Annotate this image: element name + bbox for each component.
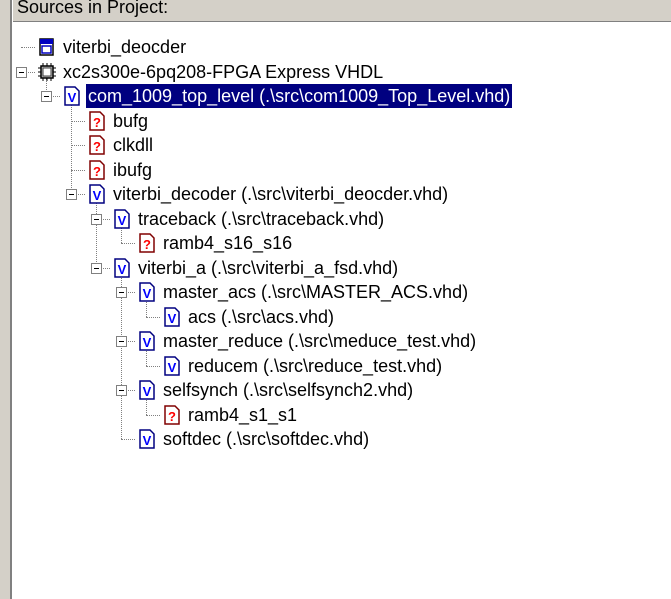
collapse-toggle[interactable] <box>116 287 127 298</box>
tree-item-label[interactable]: clkdll <box>111 133 155 157</box>
chip-icon <box>37 62 57 82</box>
tree-connector <box>71 120 85 122</box>
tree-item-label[interactable]: softdec (.\src\softdec.vhd) <box>161 427 371 451</box>
svg-text:V: V <box>168 360 177 375</box>
tree-connector <box>146 365 160 367</box>
tree-connector <box>146 316 160 318</box>
tree-item-label[interactable]: viterbi_a (.\src\viterbi_a_fsd.vhd) <box>136 256 400 280</box>
collapse-toggle[interactable] <box>116 385 127 396</box>
tree-item-label[interactable]: ramb4_s16_s16 <box>161 231 294 255</box>
tree-connector <box>71 169 85 171</box>
svg-text:?: ? <box>93 164 101 179</box>
missing-file-icon: ? <box>137 233 157 253</box>
collapse-toggle[interactable] <box>16 66 27 78</box>
tree-connector <box>121 243 135 244</box>
collapse-toggle[interactable] <box>91 213 102 225</box>
vhdl-file-icon: V <box>137 282 157 302</box>
vhdl-file-icon: V <box>112 208 132 229</box>
tree-item-label[interactable]: bufg <box>111 109 150 133</box>
missing-file-icon: ? <box>87 159 107 180</box>
tree-item-label[interactable]: acs (.\src\acs.vhd) <box>186 305 336 329</box>
svg-text:V: V <box>143 433 152 448</box>
panel-title: Sources in Project: <box>17 0 169 17</box>
svg-text:?: ? <box>93 139 101 154</box>
collapse-toggle[interactable] <box>66 189 77 200</box>
tree-item-label[interactable]: ramb4_s1_s1 <box>186 403 299 427</box>
panel-header: Sources in Project: <box>13 0 671 22</box>
tree-connector <box>121 273 122 439</box>
missing-file-icon: ? <box>87 110 107 131</box>
tree-item-label[interactable]: viterbi_deocder <box>61 35 188 59</box>
collapse-toggle[interactable] <box>41 91 52 102</box>
tree-item-label[interactable]: reducem (.\src\reduce_test.vhd) <box>186 354 444 378</box>
tree-item-label[interactable]: viterbi_decoder (.\src\viterbi_deocder.v… <box>111 182 450 206</box>
tree-item-label[interactable]: master_reduce (.\src\meduce_test.vhd) <box>161 329 478 353</box>
tree-connector <box>96 200 97 268</box>
svg-text:V: V <box>168 311 177 326</box>
tree-connector <box>121 439 135 440</box>
tree-item-label[interactable]: xc2s300e-6pq208-FPGA Express VHDL <box>61 60 385 84</box>
vhdl-file-icon: V <box>137 380 157 400</box>
svg-text:V: V <box>143 335 152 350</box>
vhdl-file-icon: V <box>162 306 182 327</box>
tree-item-label[interactable]: traceback (.\src\traceback.vhd) <box>136 207 386 231</box>
vhdl-file-icon: V <box>137 331 157 351</box>
svg-text:V: V <box>143 286 152 301</box>
vhdl-file-icon: V <box>162 355 182 376</box>
svg-text:V: V <box>68 90 77 105</box>
vhdl-file-icon: V <box>137 429 157 449</box>
project-icon <box>37 37 57 57</box>
collapse-toggle[interactable] <box>116 336 127 347</box>
svg-text:?: ? <box>93 115 101 130</box>
svg-text:V: V <box>143 384 152 399</box>
collapse-toggle[interactable] <box>91 262 102 274</box>
tree-item-label[interactable]: ibufg <box>111 158 154 182</box>
tree-connector <box>71 145 85 146</box>
vhdl-file-icon: V <box>87 184 107 204</box>
missing-file-icon: ? <box>162 404 182 425</box>
svg-text:V: V <box>118 213 127 228</box>
tree-item-label[interactable]: com_1009_top_level (.\src\com1009_Top_Le… <box>84 83 514 109</box>
svg-text:V: V <box>93 188 102 203</box>
vhdl-file-icon: V <box>62 86 82 106</box>
svg-text:?: ? <box>143 237 151 252</box>
tree-item-label[interactable]: master_acs (.\src\MASTER_ACS.vhd) <box>161 280 470 304</box>
tree-connector <box>21 47 35 48</box>
tree-connector <box>71 102 72 194</box>
tree-connector <box>146 414 160 416</box>
vhdl-file-icon: V <box>112 257 132 278</box>
missing-file-icon: ? <box>87 135 107 155</box>
svg-text:?: ? <box>168 409 176 424</box>
tree-item-label[interactable]: selfsynch (.\src\selfsynch2.vhd) <box>161 378 415 402</box>
svg-text:V: V <box>118 262 127 277</box>
sources-panel: Sources in Project: viterbi_deocder xc2s3… <box>13 0 671 599</box>
